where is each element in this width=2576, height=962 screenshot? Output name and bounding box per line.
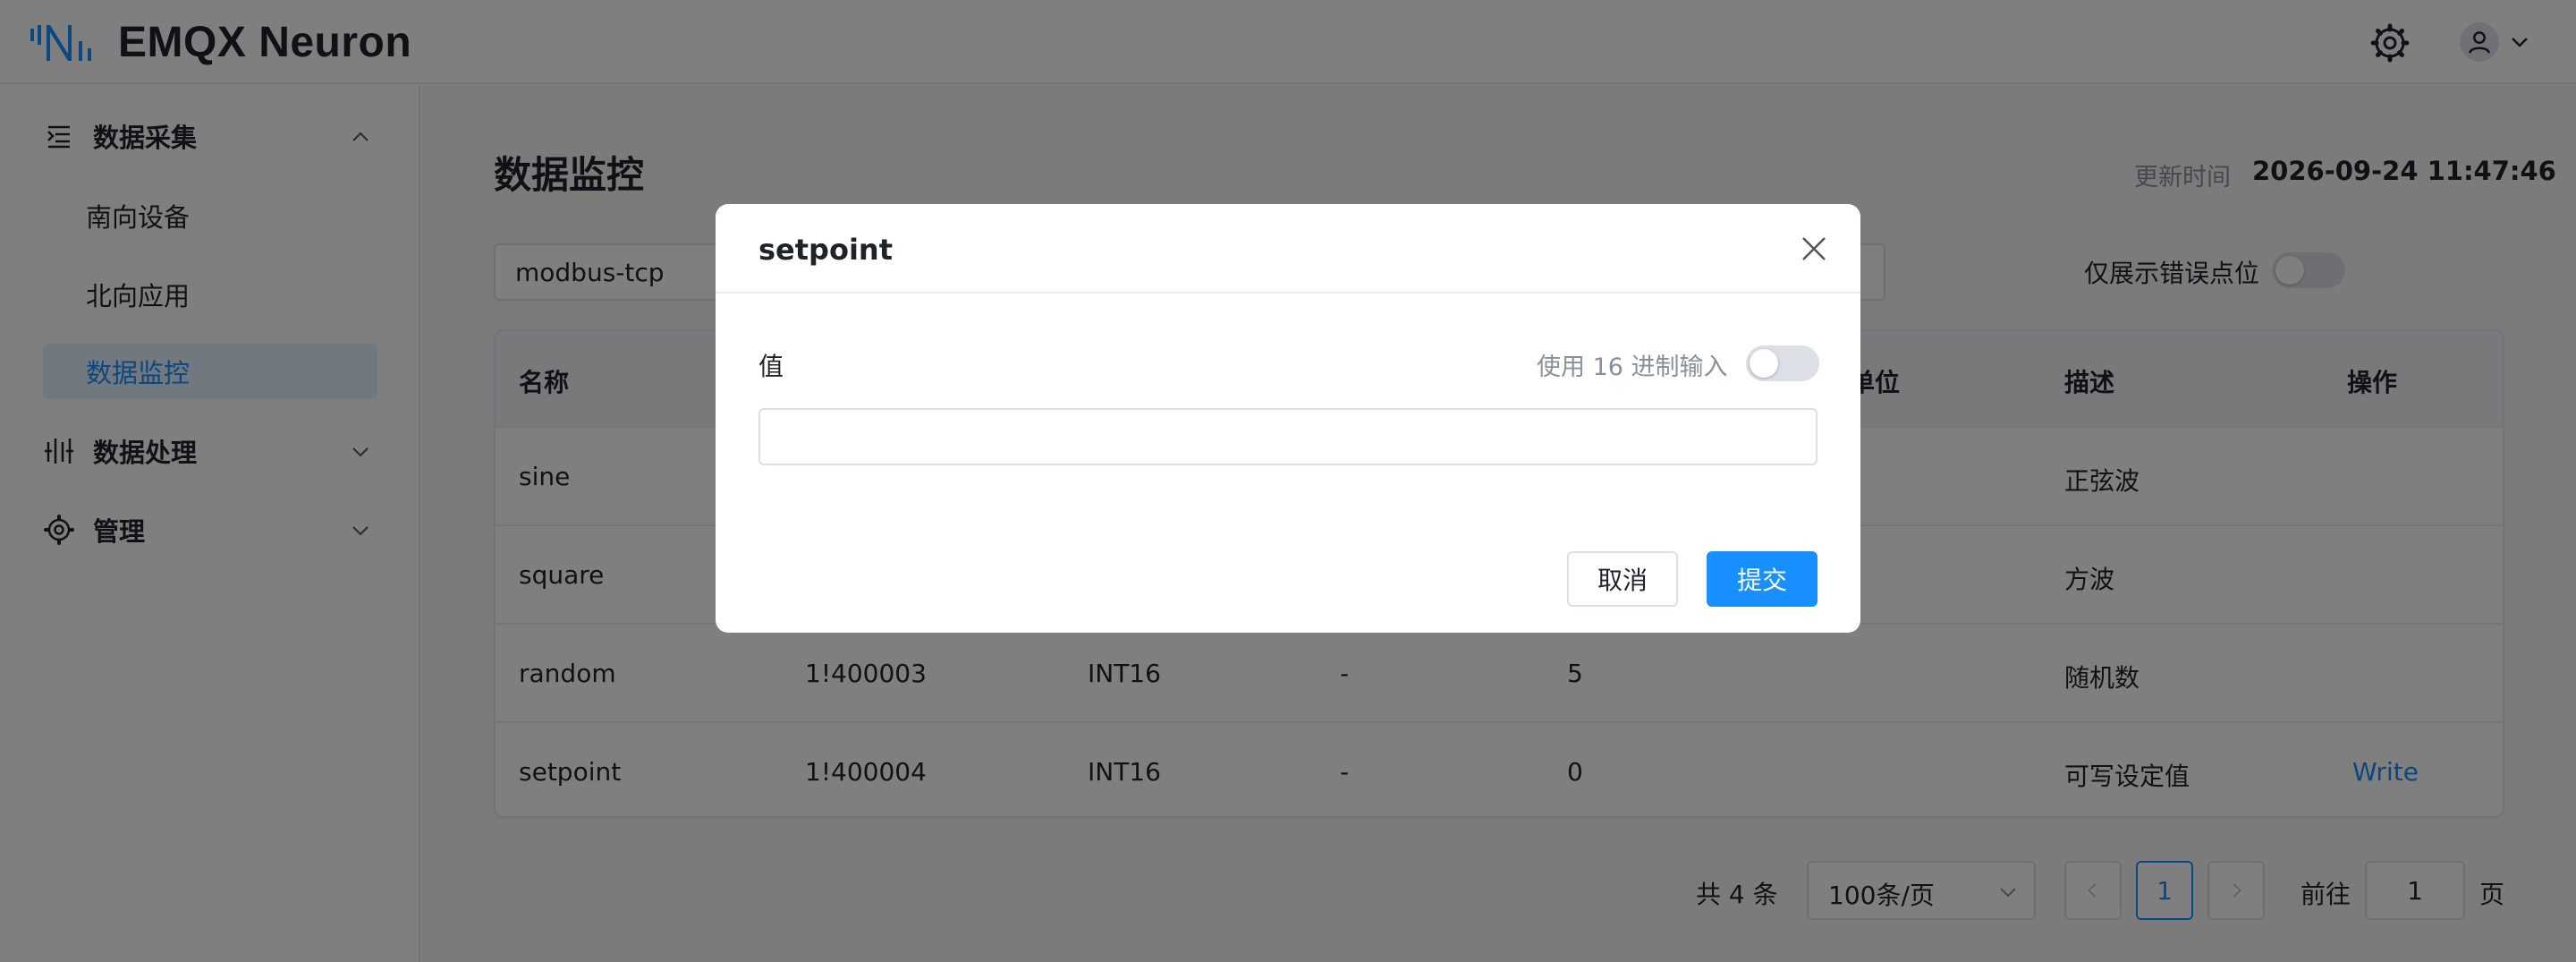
submit-button[interactable]: 提交 [1707,551,1818,607]
switch-knob [1750,349,1778,378]
value-input[interactable] [758,408,1818,465]
hex-input-label: 使用 16 进制输入 [1537,353,1728,381]
dialog-header: setpoint [716,204,1860,294]
cancel-button[interactable]: 取消 [1567,551,1678,607]
close-icon[interactable] [1796,231,1832,267]
write-value-dialog: setpoint 值 使用 16 进制输入 取消 提交 [716,204,1860,633]
value-field-label: 值 [758,352,784,381]
dialog-title: setpoint [758,233,893,267]
hex-input-switch[interactable] [1746,345,1819,381]
